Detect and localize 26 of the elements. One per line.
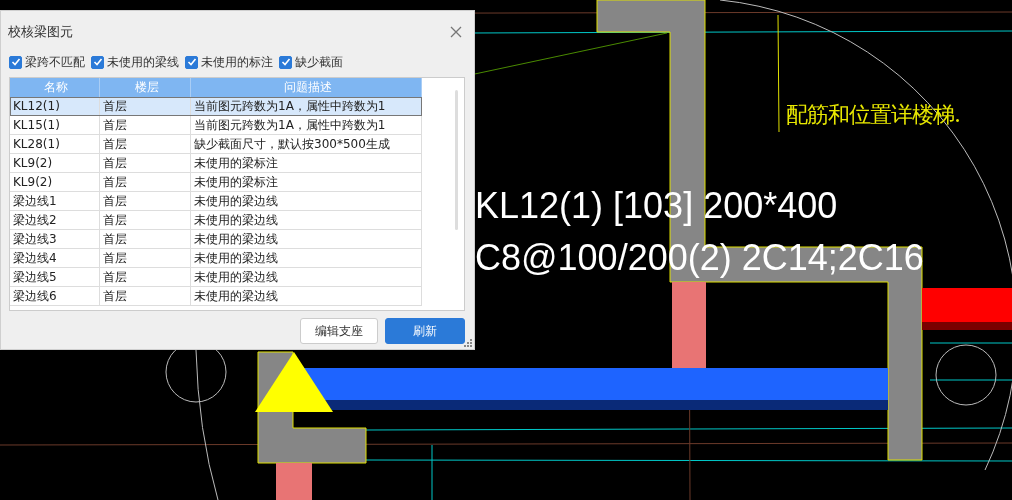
table-row[interactable]: 梁边线4 首层 未使用的梁边线 bbox=[10, 249, 422, 268]
scrollbar[interactable] bbox=[455, 90, 458, 230]
table-row[interactable]: 梁边线5 首层 未使用的梁边线 bbox=[10, 268, 422, 287]
table-row[interactable]: 梁边线3 首层 未使用的梁边线 bbox=[10, 230, 422, 249]
table-row[interactable]: KL15(1) 首层 当前图元跨数为1A，属性中跨数为1 bbox=[10, 116, 422, 135]
table-row[interactable]: KL12(1) 首层 当前图元跨数为1A，属性中跨数为1 bbox=[10, 97, 422, 116]
drawing-note: 配筋和位置详楼梯. bbox=[786, 101, 960, 129]
checkbox[interactable] bbox=[91, 55, 104, 69]
table-row[interactable]: 梁边线6 首层 未使用的梁边线 bbox=[10, 287, 422, 306]
dialog-button[interactable]: 刷新 bbox=[385, 318, 465, 344]
table-row[interactable]: KL9(2) 首层 未使用的梁标注 bbox=[10, 154, 422, 173]
checkbox-label: 缺少截面 bbox=[295, 53, 343, 71]
dialog-button[interactable]: 编辑支座 bbox=[300, 318, 378, 344]
checkbox[interactable] bbox=[185, 55, 198, 69]
checkbox-label: 未使用的梁线 bbox=[107, 53, 179, 71]
table-row[interactable]: KL28(1) 首层 缺少截面尺寸，默认按300*500生成 bbox=[10, 135, 422, 154]
checkbox-label: 梁跨不匹配 bbox=[25, 53, 85, 71]
checkbox[interactable] bbox=[279, 55, 292, 69]
table-row[interactable]: KL9(2) 首层 未使用的梁标注 bbox=[10, 173, 422, 192]
checkbox[interactable] bbox=[9, 55, 22, 69]
close-icon[interactable] bbox=[450, 26, 462, 38]
dialog-title: 校核梁图元 bbox=[8, 23, 73, 41]
table-row[interactable]: 梁边线2 首层 未使用的梁边线 bbox=[10, 211, 422, 230]
checkbox-label: 未使用的标注 bbox=[201, 53, 273, 71]
table-row[interactable]: 梁边线1 首层 未使用的梁边线 bbox=[10, 192, 422, 211]
resize-grip-icon[interactable] bbox=[464, 339, 472, 347]
